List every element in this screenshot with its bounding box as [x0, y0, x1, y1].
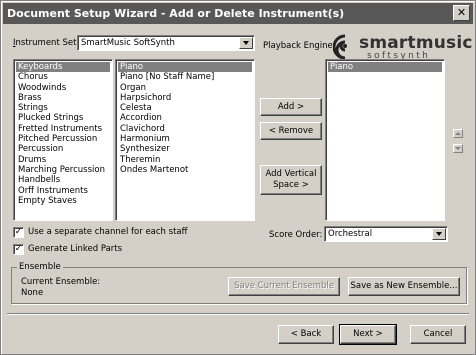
- category-list-item[interactable]: Chorus: [16, 72, 110, 82]
- move-up-icon[interactable]: [453, 129, 463, 138]
- add-vertical-space-label-line1: Add Vertical: [265, 169, 317, 179]
- generate-linked-parts-label: Generate Linked Parts: [28, 244, 123, 254]
- category-list-item[interactable]: Handbells: [16, 175, 110, 185]
- add-vertical-space-button[interactable]: Add Vertical Space >: [260, 165, 322, 195]
- separate-channel-label: Use a separate channel for each staff: [28, 227, 188, 237]
- instrument-list[interactable]: Piano Piano [No Staff Name] Organ Harpsicho…: [115, 59, 255, 221]
- title-bar[interactable]: Document Setup Wizard - Add or Delete In…: [3, 3, 473, 24]
- chevron-down-icon[interactable]: [239, 37, 253, 49]
- score-list[interactable]: Piano: [325, 59, 445, 221]
- instrument-list-item[interactable]: Theremin: [118, 155, 252, 165]
- document-setup-wizard-window: Document Setup Wizard - Add or Delete In…: [0, 0, 476, 355]
- score-order-label: Score Order:: [269, 230, 323, 240]
- divider: [7, 313, 469, 315]
- instrument-list-item[interactable]: Piano [No Staff Name]: [118, 72, 252, 82]
- score-order-dropdown[interactable]: Orchestral: [324, 226, 448, 242]
- back-button[interactable]: < Back: [278, 325, 334, 344]
- separate-channel-checkbox[interactable]: ✓: [13, 227, 24, 238]
- score-list-item[interactable]: Piano: [328, 62, 442, 73]
- save-current-ensemble-label: Save Current Ensemble: [234, 281, 334, 291]
- category-list-item[interactable]: Orff Instruments: [16, 186, 110, 196]
- category-list-item[interactable]: Percussion: [16, 144, 110, 154]
- playback-engine-label: Playback Engine:: [263, 41, 336, 51]
- instrument-list-item[interactable]: Clavichord: [118, 124, 252, 134]
- remove-button[interactable]: < Remove: [260, 122, 322, 140]
- instrument-set-dropdown[interactable]: SmartMusic SoftSynth: [77, 35, 255, 51]
- instrument-list-item[interactable]: Synthesizer: [118, 144, 252, 154]
- instrument-set-label: Instrument Set:: [13, 38, 79, 48]
- logo-text-main: smartmusic: [359, 33, 473, 53]
- save-current-ensemble-button[interactable]: Save Current Ensemble: [228, 277, 340, 296]
- category-list[interactable]: Keyboards Chorus Woodwinds Brass Strings Pluc…: [13, 59, 113, 221]
- instrument-list-item[interactable]: Harmonium: [118, 134, 252, 144]
- ensemble-group-label: Ensemble: [17, 262, 63, 272]
- category-list-item[interactable]: Pitched Percussion: [16, 134, 110, 144]
- add-button[interactable]: Add >: [260, 98, 322, 116]
- cancel-button-label: Cancel: [423, 329, 453, 339]
- chevron-down-icon[interactable]: [432, 228, 446, 240]
- instrument-list-item[interactable]: Celesta: [118, 103, 252, 113]
- instrument-list-item[interactable]: Accordion: [118, 113, 252, 123]
- close-icon[interactable]: ✕: [453, 5, 470, 21]
- instrument-list-item[interactable]: Piano: [118, 62, 252, 73]
- instrument-list-item[interactable]: Ondes Martenot: [118, 165, 252, 175]
- cancel-button[interactable]: Cancel: [410, 325, 466, 344]
- category-list-item[interactable]: Marching Percussion: [16, 165, 110, 175]
- generate-linked-parts-checkbox[interactable]: ✓: [13, 244, 24, 255]
- current-ensemble-label: Current Ensemble:: [21, 277, 101, 287]
- category-list-item[interactable]: Plucked Strings: [16, 113, 110, 123]
- move-down-icon[interactable]: [453, 144, 463, 153]
- window-title: Document Setup Wizard - Add or Delete In…: [7, 7, 345, 20]
- instrument-list-item[interactable]: Organ: [118, 83, 252, 93]
- save-as-new-ensemble-button[interactable]: Save as New Ensemble...: [348, 277, 460, 296]
- add-vertical-space-label-line2: Space >: [273, 180, 309, 190]
- category-list-item[interactable]: Strings: [16, 103, 110, 113]
- current-ensemble-value: None: [21, 288, 44, 298]
- category-list-item[interactable]: Fretted Instruments: [16, 124, 110, 134]
- category-list-item[interactable]: Woodwinds: [16, 83, 110, 93]
- remove-button-label: < Remove: [268, 125, 314, 136]
- instrument-list-item[interactable]: Harpsichord: [118, 93, 252, 103]
- smartmusic-logo: smartmusic softsynth: [333, 33, 472, 61]
- next-button[interactable]: Next >: [339, 324, 397, 345]
- instrument-set-label-text: nstrument Set:: [15, 38, 80, 48]
- instrument-set-value: SmartMusic SoftSynth: [81, 38, 175, 48]
- smartmusic-logo-icon: [333, 34, 347, 60]
- category-list-item[interactable]: Brass: [16, 93, 110, 103]
- back-button-label: < Back: [290, 329, 322, 339]
- add-button-label: Add >: [277, 101, 305, 112]
- category-list-item[interactable]: Keyboards: [16, 62, 110, 73]
- next-button-label: Next >: [353, 329, 383, 339]
- category-list-item[interactable]: Drums: [16, 155, 110, 165]
- score-order-value: Orchestral: [328, 229, 373, 239]
- save-as-new-ensemble-label: Save as New Ensemble...: [350, 281, 458, 291]
- category-list-item[interactable]: Empty Staves: [16, 196, 110, 206]
